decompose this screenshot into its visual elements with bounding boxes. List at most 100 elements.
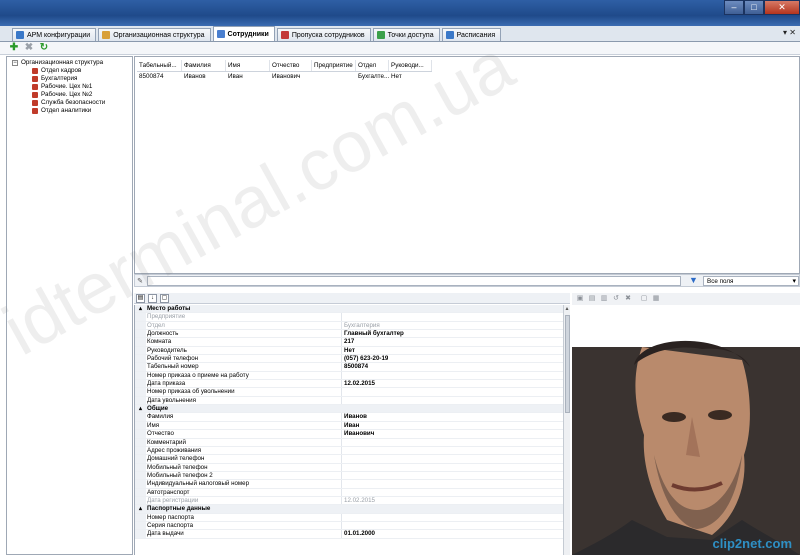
property-value[interactable]: Нет: [342, 347, 355, 354]
property-row[interactable]: Фамилия Иванов: [135, 413, 563, 422]
property-row[interactable]: Дата выдачи 01.01.2000: [135, 530, 563, 539]
property-value[interactable]: [342, 455, 344, 462]
tab-2[interactable]: Сотрудники: [212, 26, 275, 41]
tree-item[interactable]: Отдел кадров: [12, 67, 132, 75]
collapse-icon[interactable]: ▴: [135, 505, 146, 513]
property-row[interactable]: Мобильный телефон: [135, 463, 563, 472]
property-value[interactable]: [342, 464, 344, 471]
property-value[interactable]: Иванович: [342, 430, 374, 437]
property-row[interactable]: Автотранспорт: [135, 488, 563, 497]
property-row[interactable]: Мобильный телефон 2: [135, 471, 563, 481]
property-value[interactable]: [342, 522, 344, 529]
collapse-icon[interactable]: ▴: [135, 405, 146, 413]
column-header[interactable]: Табельный...: [137, 60, 182, 71]
property-row[interactable]: Имя Иван: [135, 421, 563, 431]
tree-item[interactable]: Рабочие. Цех №1: [12, 83, 132, 91]
property-value[interactable]: [342, 388, 344, 395]
filter-input[interactable]: [147, 275, 681, 286]
property-row[interactable]: Номер паспорта: [135, 513, 563, 522]
photo-tool-2-icon[interactable]: ▤: [588, 295, 596, 303]
tab-5[interactable]: Расписания: [441, 28, 502, 41]
column-header[interactable]: Фамилия: [182, 60, 226, 71]
sort-az-icon[interactable]: ↓: [148, 293, 157, 303]
property-scrollbar[interactable]: ▴: [563, 305, 570, 555]
rotate-icon[interactable]: ↺: [612, 295, 620, 303]
property-row[interactable]: Дата приказа 12.02.2015: [135, 380, 563, 389]
column-header[interactable]: Руководи...: [389, 60, 432, 71]
property-row[interactable]: Отдел Бухгалтерия: [135, 321, 563, 331]
property-row[interactable]: Руководитель Нет: [135, 346, 563, 356]
property-row[interactable]: Должность Главный бухгалтер: [135, 330, 563, 339]
categorized-icon[interactable]: ▤: [136, 293, 145, 303]
property-value[interactable]: Иван: [342, 422, 359, 429]
scroll-up-icon[interactable]: ▴: [564, 305, 570, 314]
table-row[interactable]: 8500874 Иванов Иван Иванович Бухгалте... Нет: [137, 72, 799, 81]
property-row[interactable]: Рабочий телефон (057) 623-20-19: [135, 355, 563, 364]
tab-3[interactable]: Пропуска сотрудников: [276, 28, 371, 41]
property-value[interactable]: [342, 313, 344, 320]
tab-0[interactable]: АРМ конфигурации: [12, 28, 97, 41]
property-row[interactable]: Табельный номер 8500874: [135, 363, 563, 372]
save-photo-icon[interactable]: ▦: [652, 295, 660, 303]
column-header[interactable]: Имя: [226, 60, 270, 71]
property-value[interactable]: [342, 514, 344, 521]
filter-field-select[interactable]: Все поля: [703, 275, 799, 286]
property-row[interactable]: Индивидуальный налоговый номер: [135, 480, 563, 489]
refresh-icon[interactable]: ↻: [39, 43, 49, 53]
property-value[interactable]: [342, 472, 344, 479]
minimize-button[interactable]: –: [724, 0, 744, 15]
property-category[interactable]: ▴ Общие: [135, 405, 563, 414]
property-value[interactable]: (057) 623-20-19: [342, 355, 388, 362]
tree-item[interactable]: Рабочие. Цех №2: [12, 91, 132, 99]
property-row[interactable]: Комната 217: [135, 338, 563, 347]
property-value[interactable]: [342, 447, 344, 454]
tab-4[interactable]: Точки доступа: [372, 28, 440, 41]
property-value[interactable]: Главный бухгалтер: [342, 330, 404, 337]
property-row[interactable]: Номер приказа о приеме на работу: [135, 371, 563, 381]
photo-tool-1-icon[interactable]: ▣: [576, 295, 584, 303]
property-value[interactable]: [342, 480, 344, 487]
add-icon[interactable]: ✚: [9, 43, 19, 53]
property-value[interactable]: [342, 439, 344, 446]
property-value[interactable]: 8500874: [342, 363, 368, 370]
property-value[interactable]: Бухгалтерия: [342, 322, 380, 329]
filter-icon[interactable]: ▼: [689, 276, 699, 285]
tree-item[interactable]: Отдел аналитики: [12, 107, 132, 115]
collapse-icon[interactable]: −: [12, 60, 18, 66]
property-value[interactable]: 01.01.2000: [342, 530, 375, 537]
property-row[interactable]: Домашний телефон: [135, 455, 563, 464]
tree-root[interactable]: − Организационная структура: [12, 59, 132, 67]
column-header[interactable]: Предприятие: [312, 60, 356, 71]
property-value[interactable]: Иванов: [342, 413, 367, 420]
property-row[interactable]: Предприятие: [135, 313, 563, 322]
frame-icon[interactable]: ▢: [640, 295, 648, 303]
property-row[interactable]: Отчество Иванович: [135, 430, 563, 439]
property-value[interactable]: [342, 397, 344, 404]
column-header[interactable]: Отдел: [356, 60, 389, 71]
column-header[interactable]: Отчество: [270, 60, 312, 71]
tab-controls[interactable]: ▾ ✕: [783, 28, 796, 37]
collapse-icon[interactable]: ▴: [135, 305, 146, 313]
photo-tool-3-icon[interactable]: ▥: [600, 295, 608, 303]
delete-photo-icon[interactable]: ✖: [624, 295, 632, 303]
tree-item[interactable]: Служба безопасности: [12, 99, 132, 107]
property-category[interactable]: ▴ Место работы: [135, 305, 563, 314]
property-row[interactable]: Дата увольнения: [135, 396, 563, 406]
property-row[interactable]: Дата регистрации 12.02.2015: [135, 496, 563, 506]
property-row[interactable]: Номер приказа об увольнении: [135, 388, 563, 397]
scroll-thumb[interactable]: [565, 315, 570, 413]
delete-icon[interactable]: ✖: [24, 43, 34, 53]
close-button[interactable]: ✕: [764, 0, 800, 15]
property-row[interactable]: Серия паспорта: [135, 521, 563, 531]
property-pages-icon[interactable]: ▢: [160, 293, 169, 303]
property-value[interactable]: [342, 372, 344, 379]
property-row[interactable]: Комментарий: [135, 438, 563, 447]
maximize-button[interactable]: □: [744, 0, 764, 15]
property-value[interactable]: [342, 489, 344, 496]
tree-item[interactable]: Бухгалтерия: [12, 75, 132, 83]
property-value[interactable]: 12.02.2015: [342, 380, 375, 387]
tab-1[interactable]: Организационная структура: [98, 28, 211, 41]
property-category[interactable]: ▴ Паспортные данные: [135, 505, 563, 514]
property-value[interactable]: 217: [342, 338, 354, 345]
property-row[interactable]: Адрес проживания: [135, 446, 563, 456]
